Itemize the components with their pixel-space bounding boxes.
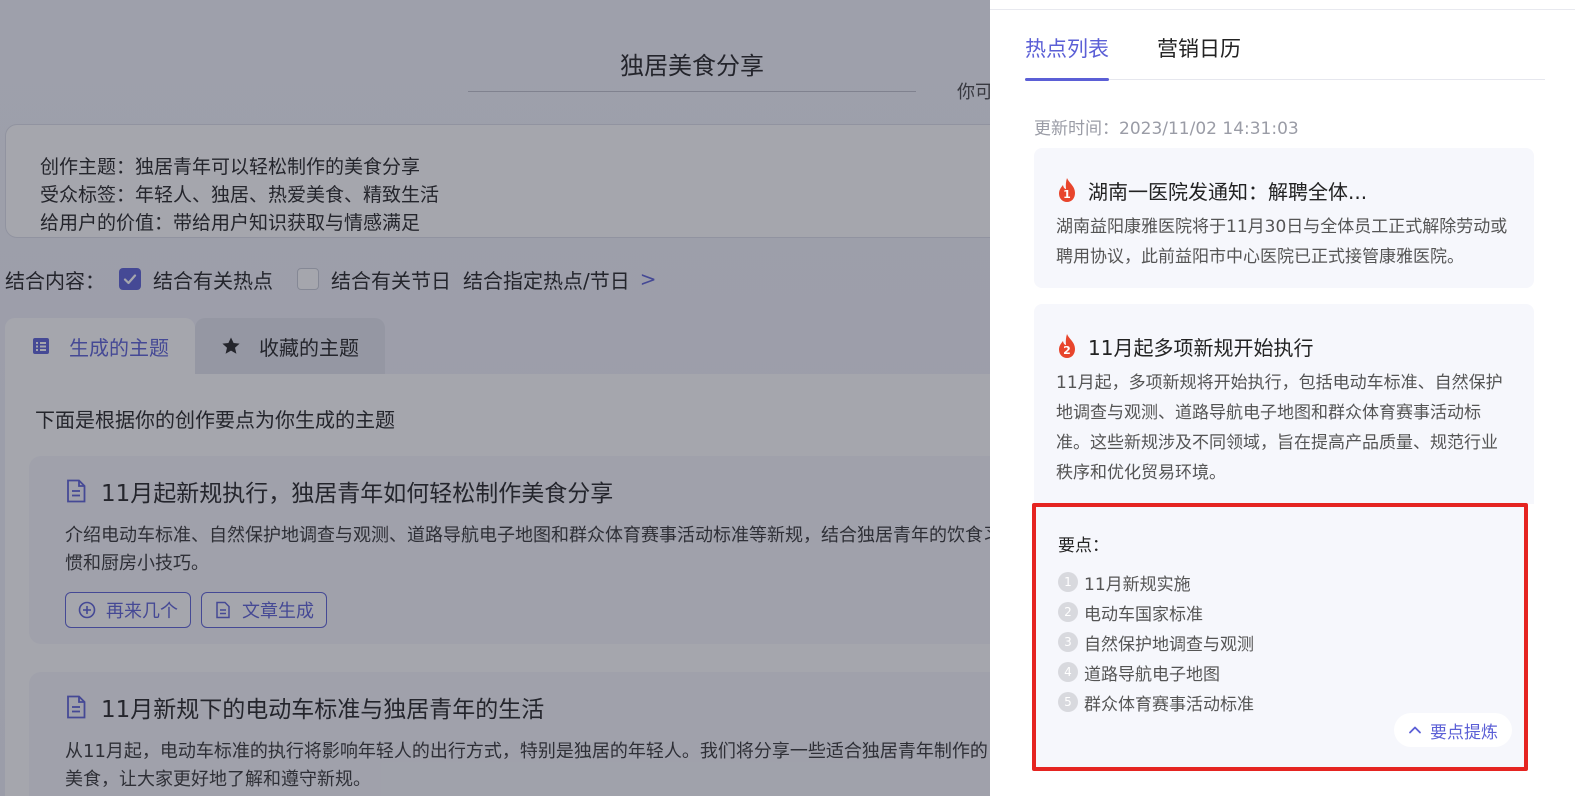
theme-card-desc: 从11月起，电动车标准的执行将影响年轻人的出行方式，特别是独居的年轻人。我们将分… [65,741,988,790]
hot-topic-item[interactable]: 1 湖南一医院发通知：解聘全体... 湖南益阳康雅医院将于11月30日与全体员工… [1034,148,1534,288]
chevron-right-icon: > [639,267,657,291]
keypoint-number: 4 [1058,662,1078,682]
theme-card: 11月起新规执行，独居青年如何轻松制作美食分享 介绍电动车标准、自然保护地调查与… [29,456,990,644]
combine-hot-label[interactable]: 结合有关热点 [153,265,273,294]
combine-specific-link[interactable]: 结合指定热点/节日 > [463,265,657,294]
more-themes-label: 再来几个 [106,601,178,622]
plus-circle-icon [78,601,96,619]
tab-marketing-calendar[interactable]: 营销日历 [1157,30,1241,80]
tab-favorites-label: 收藏的主题 [259,335,359,360]
hot-topic-body: 11月起，多项新规将开始执行，包括电动车标准、自然保护地调查与观测、道路导航电子… [1056,373,1503,483]
tab-hot-list[interactable]: 热点列表 [1025,30,1109,81]
keypoint-number: 2 [1058,602,1078,622]
drawer-top-divider [990,0,1575,10]
keypoint-item: 3 自然保护地调查与观测 [1058,627,1254,657]
title-input[interactable]: 独居美食分享 [468,40,916,92]
keypoint-number: 3 [1058,632,1078,652]
fire-rank-icon: 1 [1056,177,1078,203]
panel-intro: 下面是根据你的创作要点为你生成的主题 [35,408,395,432]
keypoint-item: 5 群众体育赛事活动标准 [1058,687,1254,717]
keypoint-text: 11月新规实施 [1084,574,1191,595]
hot-topic-header: 2 11月起多项新规开始执行 [1056,332,1512,360]
creation-brief: 创作主题：独居青年可以轻松制作的美食分享 受众标签：年轻人、独居、热爱美食、精致… [5,124,990,238]
chevron-up-icon [1408,723,1422,737]
main-content-area: 独居美食分享 你可 创作主题：独居青年可以轻松制作的美食分享 受众标签：年轻人、… [0,0,990,796]
fire-rank-icon: 2 [1056,333,1078,359]
keypoints-list: 1 11月新规实施 2 电动车国家标准 3 自然保护地调查与观测 4 道路导航电… [1058,567,1254,717]
theme-card-title-text: 11月新规下的电动车标准与独居青年的生活 [101,697,545,723]
keypoint-text: 电动车国家标准 [1084,604,1203,625]
tab-generated-label: 生成的主题 [69,335,169,360]
keypoint-item: 4 道路导航电子地图 [1058,657,1254,687]
keypoint-text: 自然保护地调查与观测 [1084,634,1254,655]
drawer-tabs: 热点列表 营销日历 [1025,30,1545,81]
keypoint-text: 群众体育赛事活动标准 [1084,694,1254,715]
keypoints-label: 要点： [1058,536,1109,556]
combine-hot-checkbox[interactable] [119,268,141,290]
generate-article-button[interactable]: 文章生成 [201,592,327,628]
hot-topic-title: 湖南一医院发通知：解聘全体... [1088,179,1368,204]
combine-label: 结合内容： [5,268,105,293]
hot-topic-item[interactable]: 2 11月起多项新规开始执行 11月起，多项新规将开始执行，包括电动车标准、自然… [1034,304,1534,504]
theme-card-actions: 再来几个 文章生成 [65,592,990,628]
generate-article-label: 文章生成 [242,601,314,622]
hint-text: 你可 [957,82,990,103]
combine-specific-label: 结合指定热点/节日 [463,268,630,293]
hot-topic-title: 11月起多项新规开始执行 [1088,335,1314,360]
refine-keypoints-button[interactable]: 要点提炼 [1394,713,1512,747]
theme-card: 11月新规下的电动车标准与独居青年的生活 从11月起，电动车标准的执行将影响年轻… [29,672,990,796]
brief-audience: 受众标签：年轻人、独居、热爱美食、精致生活 [40,184,440,206]
hot-topic-header: 1 湖南一医院发通知：解聘全体... [1056,176,1512,204]
theme-tabs: 生成的主题 收藏的主题 [5,318,385,374]
tab-favorite-themes[interactable]: 收藏的主题 [195,318,385,374]
keypoint-number: 5 [1058,692,1078,712]
keypoint-item: 2 电动车国家标准 [1058,597,1254,627]
keypoint-text: 道路导航电子地图 [1084,664,1220,685]
combine-holiday-label[interactable]: 结合有关节日 [331,265,451,294]
document-icon [65,479,87,503]
hot-topic-body: 湖南益阳康雅医院将于11月30日与全体员工正式解除劳动或聘用协议，此前益阳市中心… [1056,217,1508,267]
document-icon [214,601,232,619]
list-icon [31,336,51,356]
star-icon [221,336,241,356]
brief-theme: 创作主题：独居青年可以轻松制作的美食分享 [40,156,421,178]
keypoint-item: 1 11月新规实施 [1058,567,1254,597]
theme-card-title[interactable]: 11月起新规执行，独居青年如何轻松制作美食分享 [65,474,990,508]
check-icon [123,274,137,285]
theme-card-title[interactable]: 11月新规下的电动车标准与独居青年的生活 [65,690,990,724]
brief-value: 给用户的价值：带给用户知识获取与情感满足 [40,212,421,234]
theme-card-title-text: 11月起新规执行，独居青年如何轻松制作美食分享 [101,481,614,507]
combine-holiday-checkbox[interactable] [297,268,319,290]
rank-number: 2 [1063,344,1071,357]
keypoint-number: 1 [1058,572,1078,592]
keypoints-panel: 要点： 1 11月新规实施 2 电动车国家标准 3 自然保护地调查与观测 4 道… [1032,503,1528,771]
update-time: 更新时间：2023/11/02 14:31:03 [1034,119,1299,139]
refine-keypoints-label: 要点提炼 [1430,722,1498,743]
theme-card-desc: 介绍电动车标准、自然保护地调查与观测、道路导航电子地图和群众体育赛事活动标准等新… [65,525,990,574]
more-themes-button[interactable]: 再来几个 [65,592,191,628]
document-icon [65,695,87,719]
generated-themes-panel: 下面是根据你的创作要点为你生成的主题 11月起新规执行，独居青年如何轻松制作美食… [5,374,990,796]
combine-content-row: 结合内容： 结合有关热点 结合有关节日 结合指定热点/节日 > [5,264,657,294]
tab-generated-themes[interactable]: 生成的主题 [5,318,195,374]
rank-number: 1 [1063,188,1071,201]
